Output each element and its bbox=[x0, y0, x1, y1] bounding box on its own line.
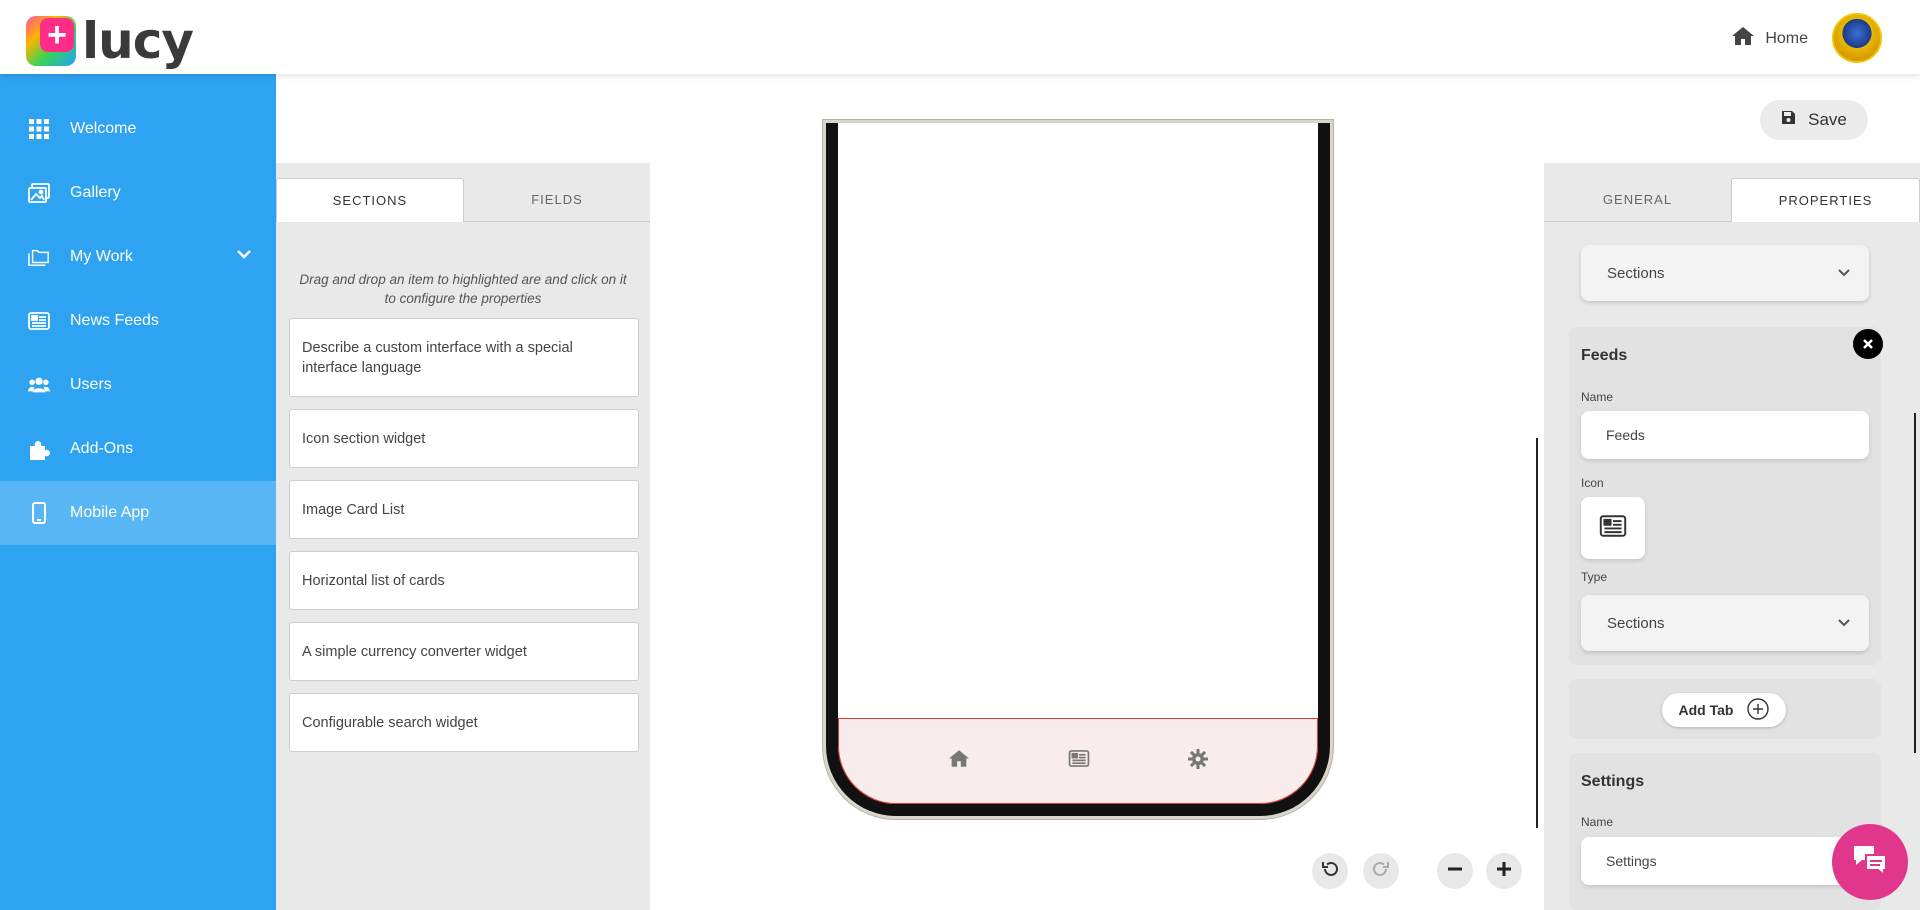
chat-icon bbox=[1850, 843, 1890, 882]
tab-config-card-settings: Settings Name Settings bbox=[1569, 753, 1881, 910]
layout-type-select[interactable]: Sections bbox=[1581, 245, 1869, 301]
app-preview-canvas bbox=[650, 123, 1538, 910]
zoom-out-button[interactable] bbox=[1437, 853, 1473, 889]
tab-config-card-feeds: Feeds Name Feeds Icon Type Sections bbox=[1569, 327, 1883, 665]
sidebar-item-label: Gallery bbox=[70, 184, 121, 201]
field-label: Name bbox=[1581, 815, 1614, 829]
sidebar-item-users[interactable]: Users bbox=[0, 353, 276, 417]
undo-icon bbox=[1321, 860, 1339, 883]
mobile-icon bbox=[28, 502, 50, 524]
sidebar-item-welcome[interactable]: Welcome bbox=[0, 97, 276, 161]
sidebar-item-news-feeds[interactable]: News Feeds bbox=[0, 289, 276, 353]
sidebar-item-label: Welcome bbox=[70, 120, 137, 137]
chevron-down-icon bbox=[1837, 615, 1851, 632]
widget-item[interactable]: Describe a custom interface with a speci… bbox=[289, 318, 639, 397]
canvas-scrollbar[interactable] bbox=[1536, 438, 1538, 828]
folder-icon bbox=[28, 246, 50, 268]
widget-item[interactable]: Icon section widget bbox=[289, 409, 639, 468]
icon-picker[interactable] bbox=[1581, 497, 1645, 559]
tab-sections[interactable]: SECTIONS bbox=[276, 178, 464, 222]
minus-icon bbox=[1447, 861, 1463, 882]
sidebar: Welcome Gallery My Work News Feeds Users… bbox=[0, 74, 276, 910]
newspaper-icon bbox=[28, 310, 50, 332]
widget-item[interactable]: Horizontal list of cards bbox=[289, 551, 639, 610]
widget-item[interactable]: Image Card List bbox=[289, 480, 639, 539]
sidebar-item-gallery[interactable]: Gallery bbox=[0, 161, 276, 225]
widgets-tabs: SECTIONS FIELDS bbox=[276, 163, 650, 222]
home-label: Home bbox=[1765, 29, 1808, 47]
drag-drop-help-text: Drag and drop an item to highlighted are… bbox=[299, 272, 627, 306]
sidebar-item-label: Add-Ons bbox=[70, 440, 134, 457]
widgets-panel: SECTIONS FIELDS Drag and drop an item to… bbox=[276, 163, 650, 910]
newspaper-icon[interactable] bbox=[1068, 750, 1090, 772]
close-icon[interactable] bbox=[1853, 329, 1883, 359]
plus-icon bbox=[1496, 861, 1512, 882]
tab-name-input[interactable]: Settings bbox=[1581, 837, 1869, 885]
sidebar-item-label: News Feeds bbox=[70, 312, 159, 329]
zoom-in-button[interactable] bbox=[1486, 853, 1522, 889]
properties-tabs: GENERAL PROPERTIES bbox=[1544, 163, 1920, 222]
select-value: Sections bbox=[1607, 264, 1665, 282]
widget-item[interactable]: Configurable search widget bbox=[289, 693, 639, 752]
gallery-icon bbox=[28, 182, 50, 204]
logo-text: lucy bbox=[82, 12, 194, 70]
redo-icon bbox=[1372, 860, 1390, 883]
save-label: Save bbox=[1808, 110, 1847, 129]
sidebar-item-label: Users bbox=[70, 376, 112, 393]
tab-properties[interactable]: PROPERTIES bbox=[1731, 178, 1920, 222]
tab-name-input[interactable]: Feeds bbox=[1581, 411, 1869, 459]
properties-scrollbar[interactable] bbox=[1914, 413, 1916, 753]
undo-button[interactable] bbox=[1312, 853, 1348, 889]
chevron-down-icon bbox=[1837, 265, 1851, 282]
home-icon[interactable] bbox=[948, 749, 970, 773]
plus-circle-icon bbox=[1747, 697, 1770, 723]
home-link[interactable]: Home bbox=[1731, 26, 1808, 51]
save-button[interactable]: Save bbox=[1760, 100, 1868, 140]
app-header: + lucy Home bbox=[0, 0, 1920, 74]
card-title: Settings bbox=[1581, 773, 1645, 790]
add-tab-card: Add Tab bbox=[1569, 679, 1881, 739]
tab-type-select[interactable]: Sections bbox=[1581, 595, 1869, 651]
avatar[interactable] bbox=[1832, 13, 1882, 63]
field-label: Name bbox=[1581, 390, 1614, 404]
sidebar-item-label: My Work bbox=[70, 248, 133, 265]
chat-button[interactable] bbox=[1832, 824, 1908, 900]
card-title: Feeds bbox=[1581, 347, 1628, 364]
field-label: Type bbox=[1581, 570, 1608, 584]
select-value: Sections bbox=[1607, 614, 1665, 632]
newspaper-icon bbox=[1599, 514, 1627, 542]
users-icon bbox=[28, 374, 50, 396]
add-tab-label: Add Tab bbox=[1678, 702, 1734, 718]
phone-preview[interactable] bbox=[826, 123, 1330, 816]
sidebar-item-my-work[interactable]: My Work bbox=[0, 225, 276, 289]
add-tab-button[interactable]: Add Tab bbox=[1662, 693, 1786, 727]
field-label: Icon bbox=[1581, 476, 1604, 490]
chevron-down-icon[interactable] bbox=[236, 247, 252, 265]
sidebar-item-label: Mobile App bbox=[70, 504, 150, 521]
grid-icon bbox=[28, 118, 50, 140]
mobile-tab-bar[interactable] bbox=[838, 718, 1318, 804]
sidebar-item-mobile-app[interactable]: Mobile App bbox=[0, 481, 276, 545]
redo-button[interactable] bbox=[1363, 853, 1399, 889]
home-icon bbox=[1731, 26, 1755, 51]
floppy-disk-icon bbox=[1781, 110, 1796, 130]
tab-fields[interactable]: FIELDS bbox=[464, 178, 650, 222]
gear-icon[interactable] bbox=[1188, 748, 1208, 774]
widget-item[interactable]: A simple currency converter widget bbox=[289, 622, 639, 681]
logo-mark-icon: + bbox=[26, 16, 76, 66]
sidebar-item-add-ons[interactable]: Add-Ons bbox=[0, 417, 276, 481]
properties-panel: GENERAL PROPERTIES Sections Feeds Name F… bbox=[1544, 163, 1920, 910]
puzzle-icon bbox=[28, 438, 50, 460]
tab-general[interactable]: GENERAL bbox=[1544, 178, 1731, 222]
app-logo[interactable]: + lucy bbox=[26, 12, 194, 70]
